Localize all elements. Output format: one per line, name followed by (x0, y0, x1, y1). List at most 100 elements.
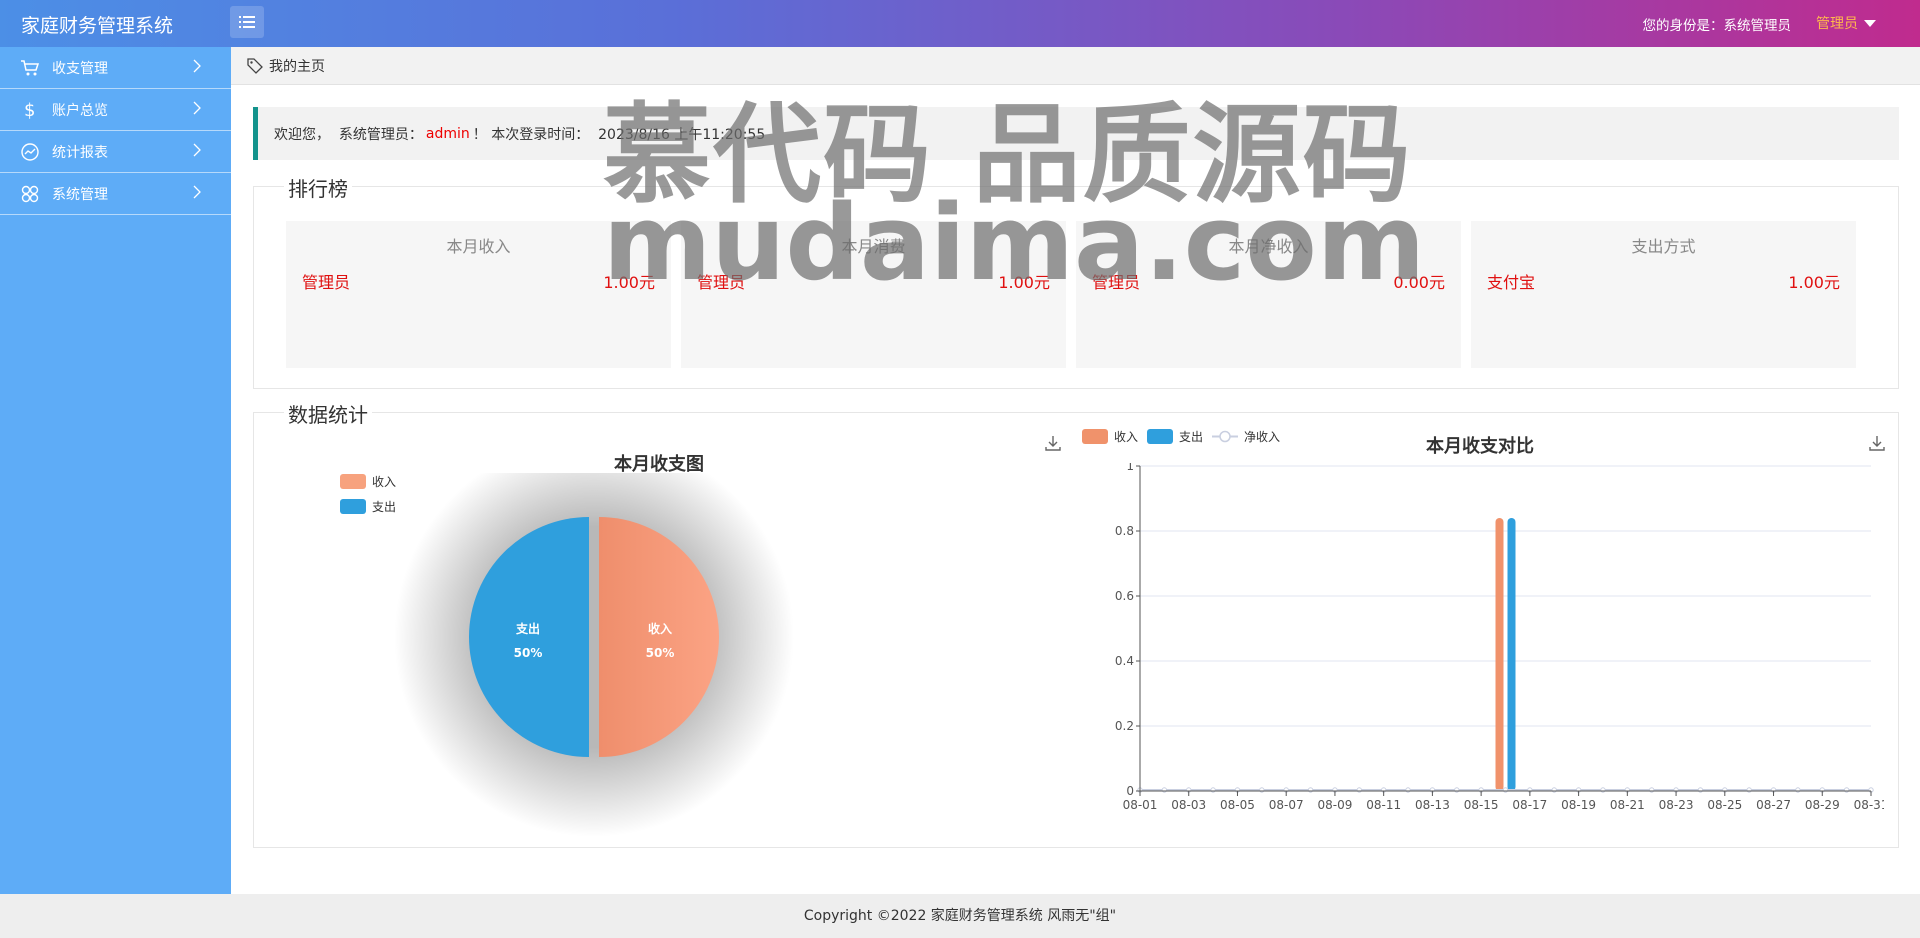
list-icon (239, 16, 255, 28)
net-income-point[interactable] (1551, 787, 1557, 793)
y-tick-label: 0.4 (1115, 654, 1134, 668)
chevron-right-icon (193, 59, 201, 73)
bar-legend-net[interactable]: 净收入 (1212, 428, 1280, 445)
menu-toggle-button[interactable] (230, 6, 264, 38)
x-tick-label: 08-31 (1854, 798, 1884, 812)
sidebar-item-label: 统计报表 (52, 144, 108, 161)
y-tick-label: 0 (1126, 784, 1134, 798)
dollar-icon: $ (20, 100, 40, 120)
breadcrumb-home-tab[interactable]: 我的主页 (269, 56, 325, 76)
sidebar: 收支管理 $ 账户总览 统计报表 系统管理 (0, 47, 231, 894)
pie-shadow (394, 473, 794, 837)
net-income-point[interactable] (1649, 787, 1655, 793)
bar-chart-title: 本月收支对比 (1426, 436, 1534, 457)
bar-income[interactable] (1495, 518, 1504, 791)
legend-line-net (1212, 430, 1238, 443)
chevron-right-icon (193, 101, 201, 115)
net-income-point[interactable] (1307, 787, 1314, 793)
caret-down-icon (1864, 19, 1876, 27)
x-tick-label: 08-03 (1171, 798, 1206, 812)
legend-swatch-expense (1147, 429, 1173, 444)
rank-card-value: 1.00元 (998, 273, 1050, 292)
net-income-point[interactable] (1697, 787, 1704, 793)
y-tick-label: 0.2 (1115, 719, 1134, 733)
bar-legend-expense[interactable]: 支出 (1147, 428, 1203, 445)
rank-card-name: 管理员 (697, 273, 746, 292)
stats-title: 数据统计 (284, 399, 372, 428)
x-tick-label: 08-25 (1707, 798, 1742, 812)
legend-swatch-income (1082, 429, 1108, 444)
stats-panel: 数据统计 本月收支图 收入 支出 收入50%支出50% 本月收支对比 收入 (253, 399, 1899, 848)
download-icon[interactable] (1044, 434, 1062, 452)
sidebar-item-label: 账户总览 (52, 102, 108, 119)
x-tick-label: 08-13 (1415, 798, 1450, 812)
pie-slice-percent: 50% (514, 646, 543, 660)
rank-card-value: 1.00元 (603, 273, 655, 292)
rank-card-name: 管理员 (302, 273, 351, 292)
x-tick-label: 08-07 (1269, 798, 1304, 812)
x-tick-label: 08-05 (1220, 798, 1255, 812)
role-dropdown[interactable]: 管理员 (1816, 13, 1876, 33)
x-tick-label: 08-21 (1610, 798, 1645, 812)
breadcrumb: 我的主页 (231, 47, 1920, 85)
net-income-point[interactable] (1356, 787, 1362, 793)
welcome-suffix: ！ 本次登录时间： 2023/8/16 上午11:20:55 (472, 126, 766, 143)
tag-icon (247, 57, 263, 74)
ranking-title: 排行榜 (284, 173, 352, 202)
sidebar-item-income-expense[interactable]: 收支管理 (0, 47, 231, 89)
y-tick-label: 1 (1126, 463, 1134, 473)
x-tick-label: 08-19 (1561, 798, 1596, 812)
x-tick-label: 08-29 (1805, 798, 1840, 812)
x-tick-label: 08-17 (1512, 798, 1547, 812)
rank-card-title: 本月净收入 (1228, 237, 1309, 256)
pie-slice-label: 收入 (648, 621, 672, 636)
footer: Copyright ©2022 家庭财务管理系统 风雨无"组" (0, 894, 1920, 938)
trend-icon (20, 142, 40, 162)
cart-icon (20, 58, 40, 78)
sidebar-item-system[interactable]: 系统管理 (0, 173, 231, 215)
top-header: 家庭财务管理系统 您的身份是：系统管理员 管理员 (0, 0, 1920, 47)
chevron-right-icon (193, 185, 201, 199)
sidebar-item-accounts[interactable]: $ 账户总览 (0, 89, 231, 131)
rank-card-title: 本月消费 (841, 237, 906, 256)
net-income-point[interactable] (1795, 787, 1801, 793)
svg-text:$: $ (24, 100, 35, 120)
bar-expense[interactable] (1507, 518, 1516, 791)
x-tick-label: 08-11 (1366, 798, 1401, 812)
net-income-point[interactable] (1600, 787, 1606, 793)
app-logo: 家庭财务管理系统 (21, 15, 174, 37)
download-icon[interactable] (1868, 434, 1886, 452)
x-tick-label: 08-09 (1317, 798, 1352, 812)
chevron-right-icon (193, 143, 201, 157)
net-income-point[interactable] (1502, 787, 1509, 793)
legend-swatch-expense (340, 499, 366, 514)
net-income-point[interactable] (1161, 787, 1168, 793)
x-tick-label: 08-27 (1756, 798, 1791, 812)
sidebar-item-label: 收支管理 (52, 60, 108, 77)
net-income-point[interactable] (1405, 787, 1411, 793)
net-income-point[interactable] (1843, 787, 1850, 793)
legend-label: 净收入 (1244, 430, 1281, 444)
x-tick-label: 08-23 (1659, 798, 1694, 812)
grid-icon (20, 184, 40, 204)
x-tick-label: 08-01 (1123, 798, 1158, 812)
net-income-point[interactable] (1259, 787, 1265, 793)
y-tick-label: 0.6 (1115, 589, 1134, 603)
rank-card-payment-method: 支出方式 支付宝 1.00元 (1471, 221, 1856, 368)
pie-chart: 收入 50% 支出 50% (394, 473, 794, 837)
sidebar-item-reports[interactable]: 统计报表 (0, 131, 231, 173)
rank-card-monthly-spend: 本月消费 管理员 1.00元 (681, 221, 1066, 368)
legend-label: 收入 (1114, 430, 1139, 444)
rank-card-name: 管理员 (1092, 273, 1141, 292)
bar-legend-income[interactable]: 收入 (1082, 428, 1138, 445)
net-income-point[interactable] (1210, 787, 1216, 793)
rank-card-value: 1.00元 (1788, 273, 1840, 292)
net-income-point[interactable] (1746, 787, 1752, 793)
pie-slice-label: 支出 (515, 621, 540, 636)
pie-slice-percent: 50% (646, 646, 675, 660)
rank-card-monthly-income: 本月收入 管理员 1.00元 (286, 221, 671, 368)
welcome-banner: 欢迎您， 系统管理员： admin ！ 本次登录时间： 2023/8/16 上午… (253, 107, 1899, 160)
net-income-point[interactable] (1454, 787, 1460, 793)
rank-card-value: 0.00元 (1393, 273, 1445, 292)
role-label: 管理员 (1816, 16, 1858, 32)
